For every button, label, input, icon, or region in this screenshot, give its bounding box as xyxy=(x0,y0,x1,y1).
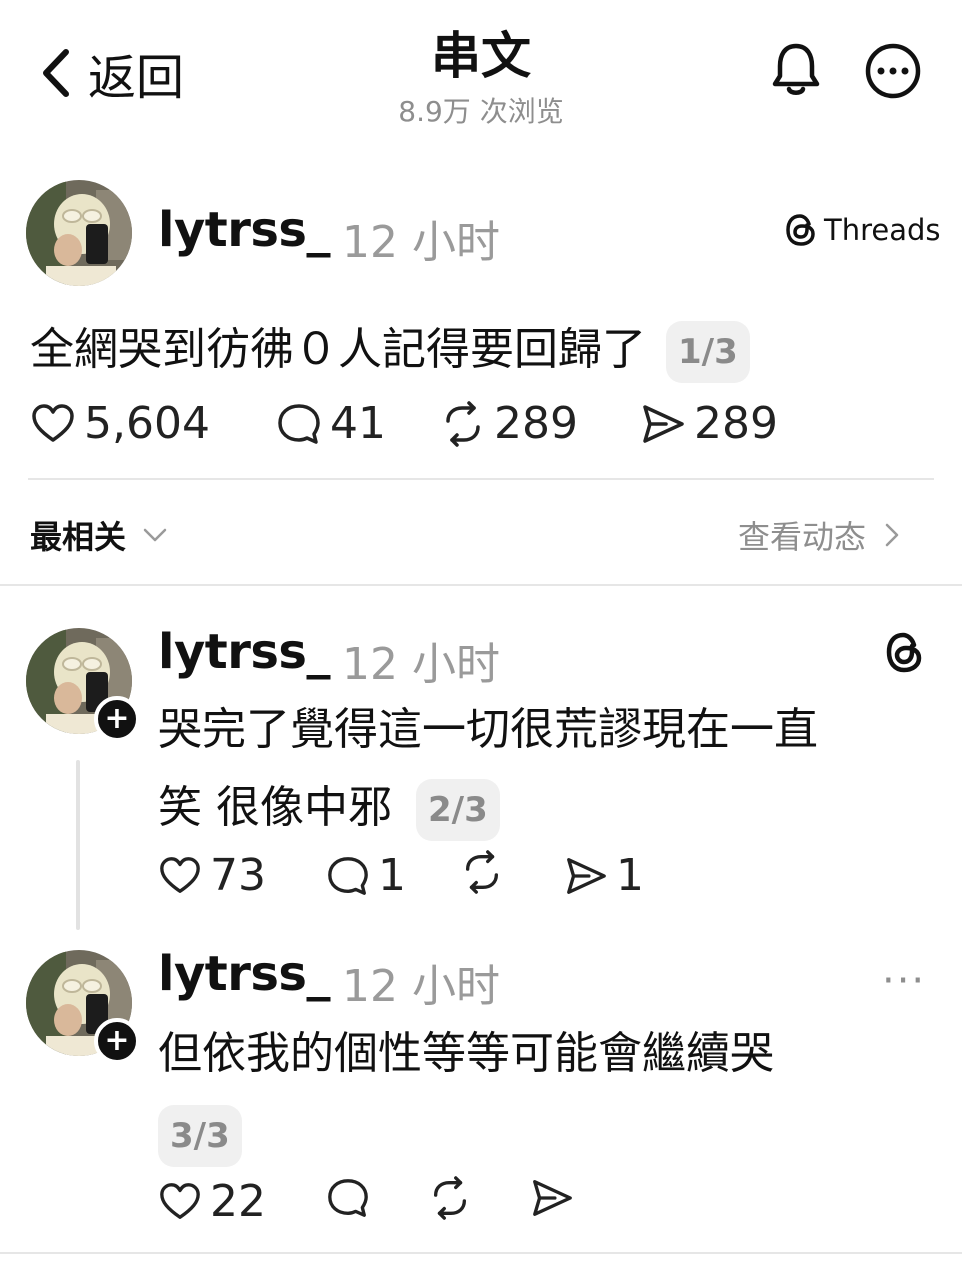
follow-plus-button[interactable]: + xyxy=(94,1018,140,1064)
plus-icon: + xyxy=(104,1023,130,1058)
comment-icon xyxy=(328,856,368,895)
avatar-photo xyxy=(26,180,132,286)
send-icon xyxy=(533,1180,572,1216)
reply-text-line-2: 笑 很像中邪 2/3 xyxy=(158,774,938,842)
heart-icon xyxy=(160,1182,200,1219)
like-count: 73 xyxy=(210,850,266,901)
share-button[interactable]: 289 xyxy=(640,398,778,449)
chevron-right-icon xyxy=(885,523,899,547)
reply-username[interactable]: lytrss_ xyxy=(158,624,331,680)
divider xyxy=(0,584,962,586)
top-bar: 返回 串文 8.9万 次浏览 xyxy=(0,0,962,140)
repost-button[interactable] xyxy=(460,850,504,894)
share-count: 289 xyxy=(694,398,778,449)
chevron-down-icon xyxy=(143,528,167,542)
threads-badge-label: Threads xyxy=(824,213,941,247)
share-count: 1 xyxy=(616,850,644,901)
more-options-button[interactable]: ··· xyxy=(882,958,926,1004)
comment-button[interactable]: 1 xyxy=(326,850,406,901)
like-button[interactable]: 5,604 xyxy=(30,398,210,449)
divider xyxy=(0,1252,962,1254)
post-time: 12 小时 xyxy=(342,217,500,268)
view-activity-label: 查看动态 xyxy=(738,518,867,556)
post-pager: 1/3 xyxy=(666,321,750,383)
heart-icon xyxy=(32,403,74,442)
reply-text-line: 哭完了覺得這一切很荒謬現在一直 xyxy=(158,704,818,755)
share-button[interactable] xyxy=(530,1176,574,1220)
reply-text: 笑 很像中邪 xyxy=(158,782,392,833)
follow-plus-button[interactable]: + xyxy=(94,696,140,742)
comment-count: 41 xyxy=(330,398,386,449)
sort-label: 最相关 xyxy=(30,518,127,556)
like-count: 22 xyxy=(210,1176,266,1227)
reply-body: 但依我的個性等等可能會繼續哭 3/3 xyxy=(158,1020,938,1168)
send-icon xyxy=(643,404,684,443)
threads-badge[interactable]: Threads xyxy=(784,212,941,248)
repost-icon xyxy=(465,850,499,894)
reply-pager: 3/3 xyxy=(158,1105,242,1167)
repost-button[interactable] xyxy=(428,1176,472,1220)
like-button[interactable]: 22 xyxy=(158,1176,266,1227)
reply-pager: 2/3 xyxy=(416,779,500,841)
post-username[interactable]: lytrss_ xyxy=(158,202,331,258)
post-body: 全網哭到彷彿０人記得要回歸了 1/3 xyxy=(30,316,750,384)
repost-icon xyxy=(446,400,480,447)
repost-icon xyxy=(433,1176,467,1220)
comment-icon xyxy=(278,403,320,444)
sort-dropdown[interactable]: 最相关 xyxy=(30,512,168,558)
view-activity-link[interactable]: 查看动态 xyxy=(738,512,900,558)
share-button[interactable]: 1 xyxy=(564,850,644,901)
threads-logo-icon xyxy=(786,214,815,246)
comment-icon xyxy=(328,1179,368,1217)
reply-username[interactable]: lytrss_ xyxy=(158,946,331,1002)
comment-button[interactable]: 41 xyxy=(276,398,386,449)
more-options-icon[interactable] xyxy=(864,42,922,100)
avatar[interactable] xyxy=(26,180,132,286)
reply-time: 12 小时 xyxy=(342,961,500,1012)
send-icon xyxy=(567,857,606,894)
reply-pager-row: 3/3 xyxy=(158,1100,938,1168)
reply-text: 但依我的個性等等可能會繼續哭 xyxy=(158,1028,774,1079)
bell-icon[interactable] xyxy=(770,40,822,98)
plus-icon: + xyxy=(104,701,130,736)
like-button[interactable]: 73 xyxy=(158,850,266,901)
thread-connector-line xyxy=(76,760,80,930)
post-text: 全網哭到彷彿０人記得要回歸了 xyxy=(30,324,646,375)
repost-count: 289 xyxy=(494,398,578,449)
heart-icon xyxy=(160,856,200,893)
repost-button[interactable]: 289 xyxy=(440,398,578,449)
divider xyxy=(28,478,934,480)
reply-time: 12 小时 xyxy=(342,639,500,690)
comment-button[interactable] xyxy=(326,1176,370,1220)
threads-logo-icon[interactable] xyxy=(884,630,924,676)
comment-count: 1 xyxy=(378,850,406,901)
like-count: 5,604 xyxy=(84,398,210,449)
reply-body: 哭完了覺得這一切很荒謬現在一直 笑 很像中邪 2/3 xyxy=(158,696,938,842)
